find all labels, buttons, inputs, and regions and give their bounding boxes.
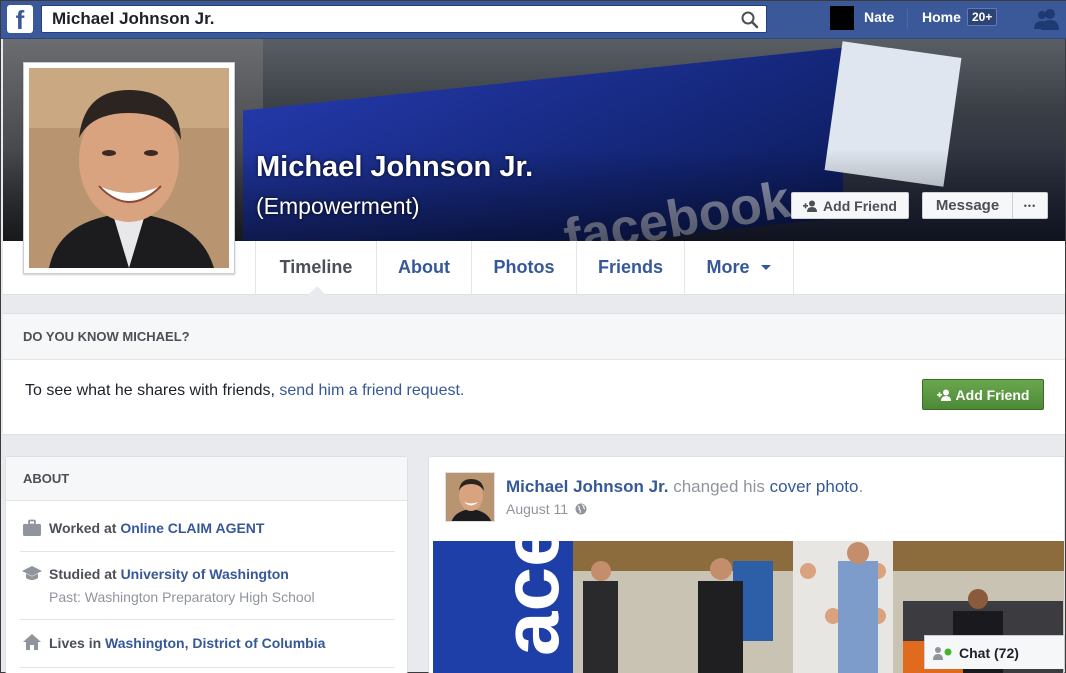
- chevron-down-icon: [760, 264, 771, 270]
- home-count-badge: 20+: [967, 8, 998, 26]
- profile-picture[interactable]: [23, 62, 235, 274]
- tab-photos[interactable]: Photos: [471, 241, 576, 294]
- search-icon[interactable]: [740, 10, 760, 30]
- do-you-know-heading: DO YOU KNOW MICHAEL?: [3, 314, 1065, 360]
- post-date-row: August 11: [506, 501, 587, 517]
- more-dots-icon: •••: [1023, 200, 1037, 211]
- cover-photo-link[interactable]: cover photo: [770, 477, 859, 496]
- home-icon: [23, 634, 41, 650]
- globe-icon[interactable]: [575, 503, 587, 515]
- user-name-link[interactable]: Nate: [864, 9, 894, 25]
- about-work-text: Worked at Online CLAIM AGENT: [49, 520, 264, 536]
- work-link[interactable]: Online CLAIM AGENT: [120, 520, 264, 536]
- tab-label: More: [706, 257, 750, 277]
- tab-label: Friends: [597, 257, 663, 277]
- post-author-avatar[interactable]: [445, 472, 495, 522]
- about-education-row: Studied at University of Washington Past…: [20, 552, 395, 620]
- active-tab-indicator: [308, 286, 326, 295]
- lives-prefix: Lives in: [49, 635, 106, 651]
- nav-divider: [907, 9, 908, 29]
- add-friend-icon: [936, 389, 951, 401]
- about-panel: ABOUT Worked at Online CLAIM AGENT Studi…: [5, 456, 408, 673]
- post-date[interactable]: August 11: [506, 501, 568, 517]
- about-past-school[interactable]: Past: Washington Preparatory High School: [49, 589, 315, 605]
- about-location-row: Lives in Washington, District of Columbi…: [20, 620, 395, 668]
- tab-label: About: [398, 257, 450, 277]
- post-action-end: .: [858, 477, 864, 496]
- profile-name[interactable]: Michael Johnson Jr.: [256, 151, 533, 184]
- add-friend-label: Add Friend: [823, 197, 897, 214]
- user-avatar[interactable]: [830, 6, 854, 30]
- about-work-row: Worked at Online CLAIM AGENT: [20, 505, 395, 552]
- know-text-static: To see what he shares with friends,: [25, 382, 280, 399]
- send-friend-request-link[interactable]: send him a friend request.: [279, 382, 464, 399]
- add-friend-green-button[interactable]: Add Friend: [922, 379, 1044, 410]
- location-link[interactable]: Washington, District of Columbia: [105, 635, 325, 651]
- profile-photo-image: [29, 68, 229, 268]
- tab-label: Photos: [493, 257, 555, 277]
- friend-requests-icon[interactable]: [1033, 7, 1061, 31]
- top-navigation-bar: f Nate Home 20+: [1, 1, 1066, 39]
- about-education-text: Studied at University of Washington: [49, 566, 289, 582]
- post-header: Michael Johnson Jr. changed his cover ph…: [506, 477, 863, 497]
- do-you-know-panel: DO YOU KNOW MICHAEL? To see what he shar…: [3, 313, 1065, 435]
- graduation-cap-icon: [22, 566, 42, 580]
- tab-friends[interactable]: Friends: [576, 241, 684, 294]
- facebook-logo-icon[interactable]: f: [7, 5, 33, 35]
- about-heading: ABOUT: [6, 457, 407, 501]
- add-friend-button[interactable]: Add Friend: [791, 192, 909, 219]
- tab-more[interactable]: More: [684, 241, 794, 294]
- search-box[interactable]: [41, 5, 767, 33]
- more-options-button[interactable]: •••: [1012, 192, 1048, 219]
- do-you-know-text: To see what he shares with friends, send…: [25, 382, 464, 400]
- post-image-text: acel: [486, 541, 575, 656]
- school-link[interactable]: University of Washington: [121, 566, 289, 582]
- briefcase-icon: [23, 519, 41, 536]
- message-button[interactable]: Message: [922, 192, 1013, 219]
- tab-about[interactable]: About: [376, 241, 471, 294]
- tab-label: Timeline: [279, 257, 353, 277]
- profile-alternate-name: (Empowerment): [256, 193, 420, 219]
- home-link[interactable]: Home: [922, 9, 961, 25]
- post-avatar-image: [446, 473, 494, 521]
- about-location-text: Lives in Washington, District of Columbi…: [49, 635, 325, 651]
- post-action-text: changed his: [668, 477, 770, 496]
- chat-label: Chat (72): [959, 644, 1019, 661]
- chat-sidebar-toggle[interactable]: Chat (72): [924, 635, 1065, 669]
- search-input[interactable]: [42, 6, 732, 32]
- add-friend-icon: [803, 200, 818, 212]
- message-label: Message: [935, 197, 1000, 214]
- add-friend-green-label: Add Friend: [955, 386, 1030, 403]
- chat-online-icon: [933, 646, 952, 660]
- work-prefix: Worked at: [49, 520, 121, 536]
- post-author-link[interactable]: Michael Johnson Jr.: [506, 477, 669, 496]
- school-prefix: Studied at: [49, 566, 121, 582]
